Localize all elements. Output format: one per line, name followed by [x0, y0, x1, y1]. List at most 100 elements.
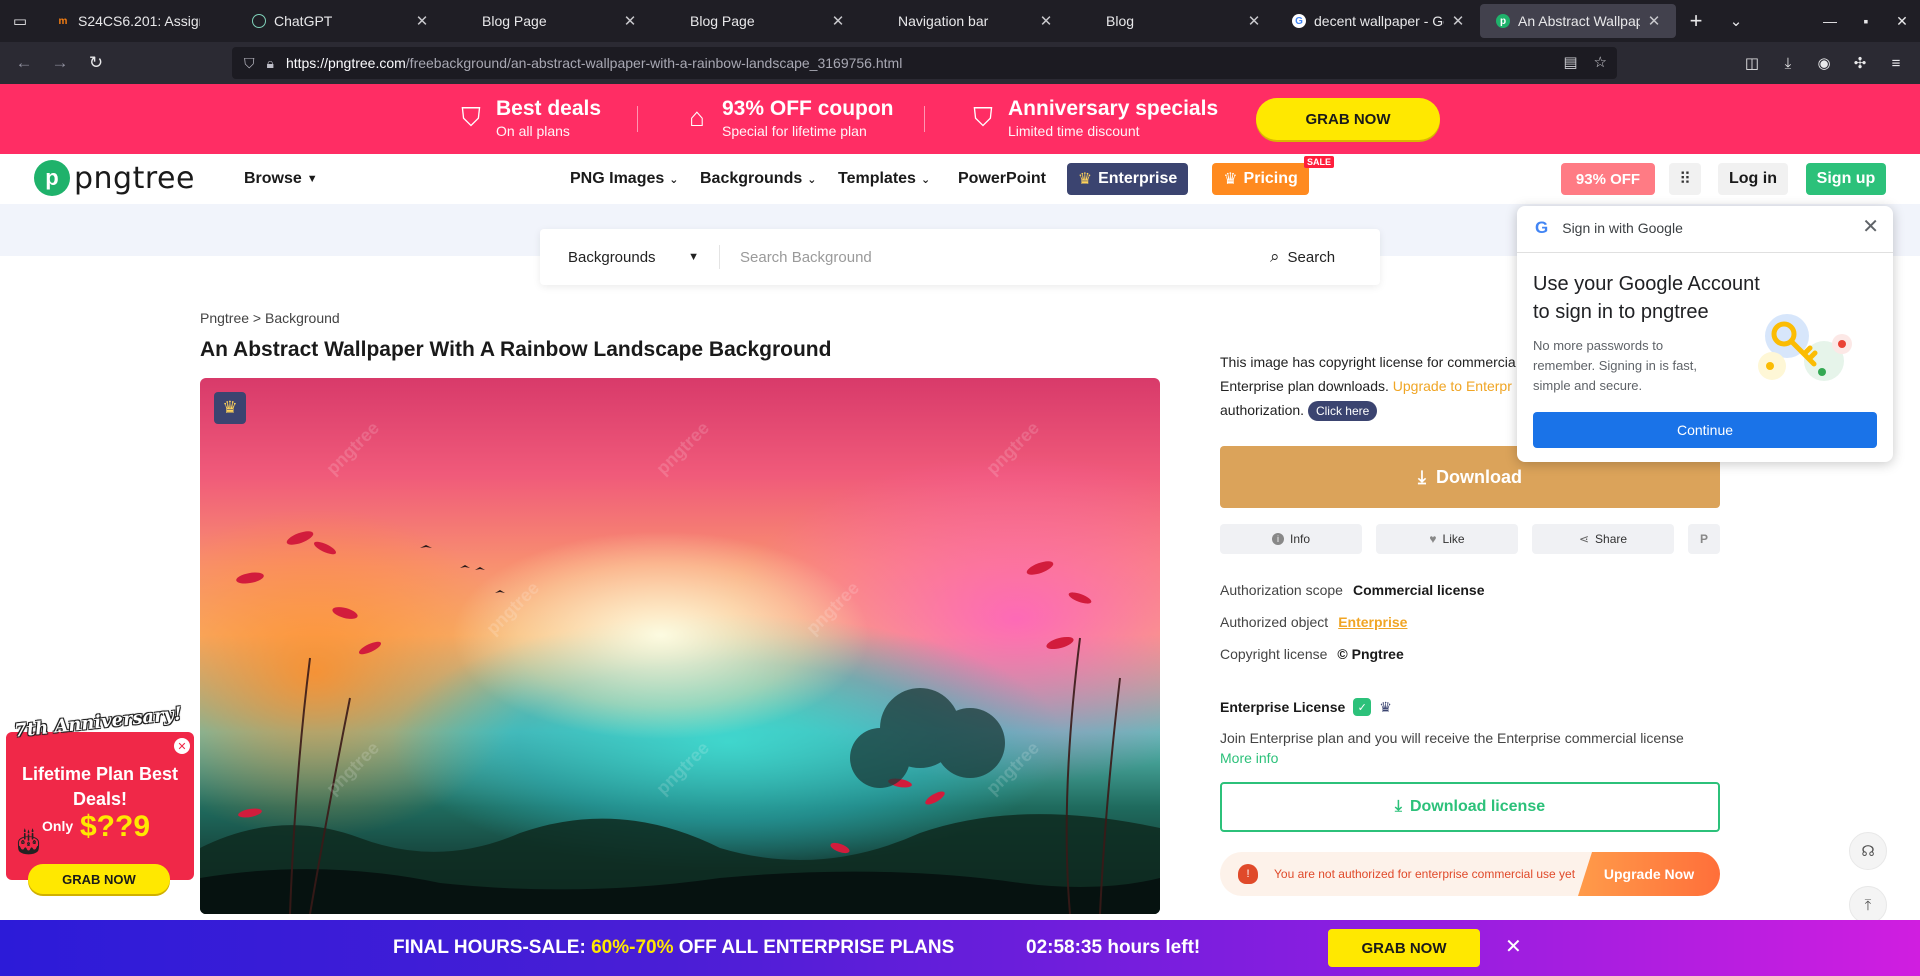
- info-button[interactable]: i Info: [1220, 524, 1362, 554]
- countdown-timer: 02:58:35 hours left!: [1026, 937, 1201, 958]
- close-icon[interactable]: ✕: [174, 738, 190, 754]
- logo-mark-icon: p: [34, 160, 70, 196]
- browser-tab-bar: ▭ m S24CS6.201: Assignment 1 ChatGPT ✕ B…: [0, 0, 1920, 42]
- search-input[interactable]: Search Background: [720, 249, 1270, 266]
- blank-favicon-icon: [668, 14, 682, 28]
- continue-button[interactable]: Continue: [1533, 412, 1877, 448]
- browser-tab[interactable]: Navigation bar ✕: [860, 4, 1068, 38]
- close-window-icon[interactable]: ✕: [1884, 0, 1920, 42]
- caret-down-icon: ▼: [688, 251, 699, 263]
- chevron-down-icon[interactable]: ⌄: [1716, 0, 1756, 42]
- category-label: Backgrounds: [568, 248, 656, 266]
- enterprise-button[interactable]: ♛ Enterprise: [1067, 163, 1188, 195]
- more-info-link[interactable]: More info: [1220, 750, 1278, 766]
- bookmark-star-icon[interactable]: ☆: [1594, 53, 1607, 71]
- divider: [924, 106, 925, 132]
- unauthorized-notice: ! You are not authorized for enterprise …: [1220, 852, 1720, 896]
- download-label: Download: [1435, 466, 1522, 487]
- nav-label: Backgrounds: [700, 170, 803, 187]
- promo-best-deals: ⛉ Best deals On all plans: [458, 96, 601, 140]
- back-to-top-icon[interactable]: ⤒: [1849, 886, 1887, 924]
- share-button[interactable]: ⋖ Share: [1532, 524, 1674, 554]
- search-category-select[interactable]: Backgrounds ▼: [540, 245, 720, 269]
- browser-tab[interactable]: Blog ✕: [1068, 4, 1276, 38]
- sale-text-a: FINAL HOURS-SALE:: [393, 937, 592, 958]
- new-tab-icon[interactable]: +: [1676, 0, 1716, 42]
- pngtree-logo[interactable]: p pngtree: [34, 160, 195, 196]
- breadcrumb[interactable]: Pngtree > Background: [200, 310, 340, 326]
- browser-tab-active[interactable]: p An Abstract Wallpaper With ✕: [1480, 4, 1676, 38]
- menu-icon[interactable]: ≡: [1880, 47, 1912, 79]
- bookmark-icon: ⛉: [461, 102, 481, 132]
- maximize-icon[interactable]: ▪: [1848, 0, 1884, 42]
- headset-support-icon[interactable]: ☊: [1849, 832, 1887, 870]
- search-button[interactable]: ⌕ Search: [1270, 247, 1380, 267]
- apps-grid-icon[interactable]: ⠿: [1669, 163, 1701, 195]
- close-icon[interactable]: ✕: [1246, 12, 1262, 30]
- browser-tab[interactable]: m S24CS6.201: Assignment 1: [40, 4, 236, 38]
- nav-templates[interactable]: Templates ⌄: [838, 154, 930, 204]
- copyright-license-row: Copyright license © Pngtree: [1220, 646, 1404, 662]
- close-icon[interactable]: ✕: [1646, 12, 1662, 30]
- url-bar[interactable]: ⛉ 🔒︎ https://pngtree.com/freebackground/…: [232, 47, 1617, 79]
- download-license-button[interactable]: ⤓ Download license: [1220, 782, 1720, 832]
- browser-tab[interactable]: Blog Page ✕: [444, 4, 652, 38]
- browser-toolbar-right: ◫ ⤓ ◉ ✣ ≡: [1736, 47, 1912, 79]
- login-button[interactable]: Log in: [1718, 163, 1788, 195]
- enterprise-description: Join Enterprise plan and you will receiv…: [1220, 728, 1700, 768]
- click-here-button[interactable]: Click here: [1307, 401, 1378, 421]
- wallpaper-preview-image[interactable]: ♛ pngtree pngtree pngtree pngtree pngtre…: [200, 378, 1160, 914]
- reload-icon[interactable]: ↻: [78, 45, 114, 81]
- action-buttons: i Info ♥ Like ⋖ Share P: [1220, 524, 1720, 554]
- shield-icon[interactable]: ⛉: [244, 55, 255, 72]
- account-icon[interactable]: ◉: [1808, 47, 1840, 79]
- pocket-icon[interactable]: ◫: [1736, 47, 1768, 79]
- like-button[interactable]: ♥ Like: [1376, 524, 1518, 554]
- reader-view-icon[interactable]: ▤: [1563, 53, 1577, 71]
- forward-icon[interactable]: →: [42, 45, 78, 81]
- tab-title: Blog Page: [482, 13, 547, 29]
- back-icon[interactable]: ←: [6, 45, 42, 81]
- downloads-icon[interactable]: ⤓: [1772, 47, 1804, 79]
- tab-title: An Abstract Wallpaper With: [1518, 13, 1640, 29]
- nav-powerpoint[interactable]: PowerPoint: [958, 154, 1046, 204]
- close-icon[interactable]: ✕: [622, 12, 638, 30]
- extensions-icon[interactable]: ✣: [1844, 47, 1876, 79]
- browser-tab[interactable]: ChatGPT ✕: [236, 4, 444, 38]
- nav-png-images[interactable]: PNG Images ⌄: [570, 154, 678, 204]
- chevron-down-icon: ⌄: [669, 173, 679, 186]
- enterprise-link[interactable]: Enterprise: [1338, 614, 1407, 630]
- popup-description: No more passwords to remember. Signing i…: [1533, 338, 1698, 393]
- share-label: Share: [1595, 532, 1628, 546]
- pinterest-button[interactable]: P: [1688, 524, 1720, 554]
- lock-icon[interactable]: 🔒︎: [267, 55, 274, 72]
- close-icon[interactable]: ✕: [1038, 12, 1054, 30]
- enterprise-label: Enterprise: [1098, 170, 1178, 187]
- nav-backgrounds[interactable]: Backgrounds ⌄: [700, 154, 816, 204]
- close-icon[interactable]: ✕: [1505, 934, 1522, 959]
- upgrade-enterprise-link[interactable]: Upgrade to Enterpr: [1393, 378, 1512, 394]
- key-illustration-icon: [1758, 314, 1852, 381]
- row-label: Copyright license: [1220, 646, 1328, 662]
- anniversary-grab-now-button[interactable]: GRAB NOW: [28, 864, 170, 894]
- tab-title: S24CS6.201: Assignment 1: [78, 13, 200, 29]
- bottom-grab-now-button[interactable]: GRAB NOW: [1328, 929, 1480, 967]
- signup-button[interactable]: Sign up: [1806, 163, 1886, 195]
- row-label: Authorization scope: [1220, 582, 1343, 598]
- pricing-button[interactable]: ♛ Pricing: [1212, 163, 1309, 195]
- tab-list-icon[interactable]: ▭: [0, 0, 40, 42]
- minimize-icon[interactable]: —: [1812, 0, 1848, 42]
- close-icon[interactable]: ✕: [1450, 12, 1466, 30]
- grab-now-button[interactable]: GRAB NOW: [1256, 98, 1440, 140]
- browser-tab[interactable]: Blog Page ✕: [652, 4, 860, 38]
- upgrade-now-button[interactable]: Upgrade Now: [1578, 852, 1720, 896]
- row-value: Commercial license: [1352, 582, 1485, 598]
- close-icon[interactable]: ✕: [1862, 214, 1879, 239]
- close-icon[interactable]: ✕: [830, 12, 846, 30]
- discount-button[interactable]: 93% OFF: [1561, 163, 1655, 195]
- copyright-owner: Pngtree: [1351, 646, 1404, 662]
- close-icon[interactable]: ✕: [414, 12, 430, 30]
- browse-menu[interactable]: Browse ▼: [244, 154, 318, 204]
- browser-tab[interactable]: G decent wallpaper - Google ✕: [1276, 4, 1480, 38]
- site-header: p pngtree Browse ▼ PNG Images ⌄ Background…: [0, 154, 1920, 204]
